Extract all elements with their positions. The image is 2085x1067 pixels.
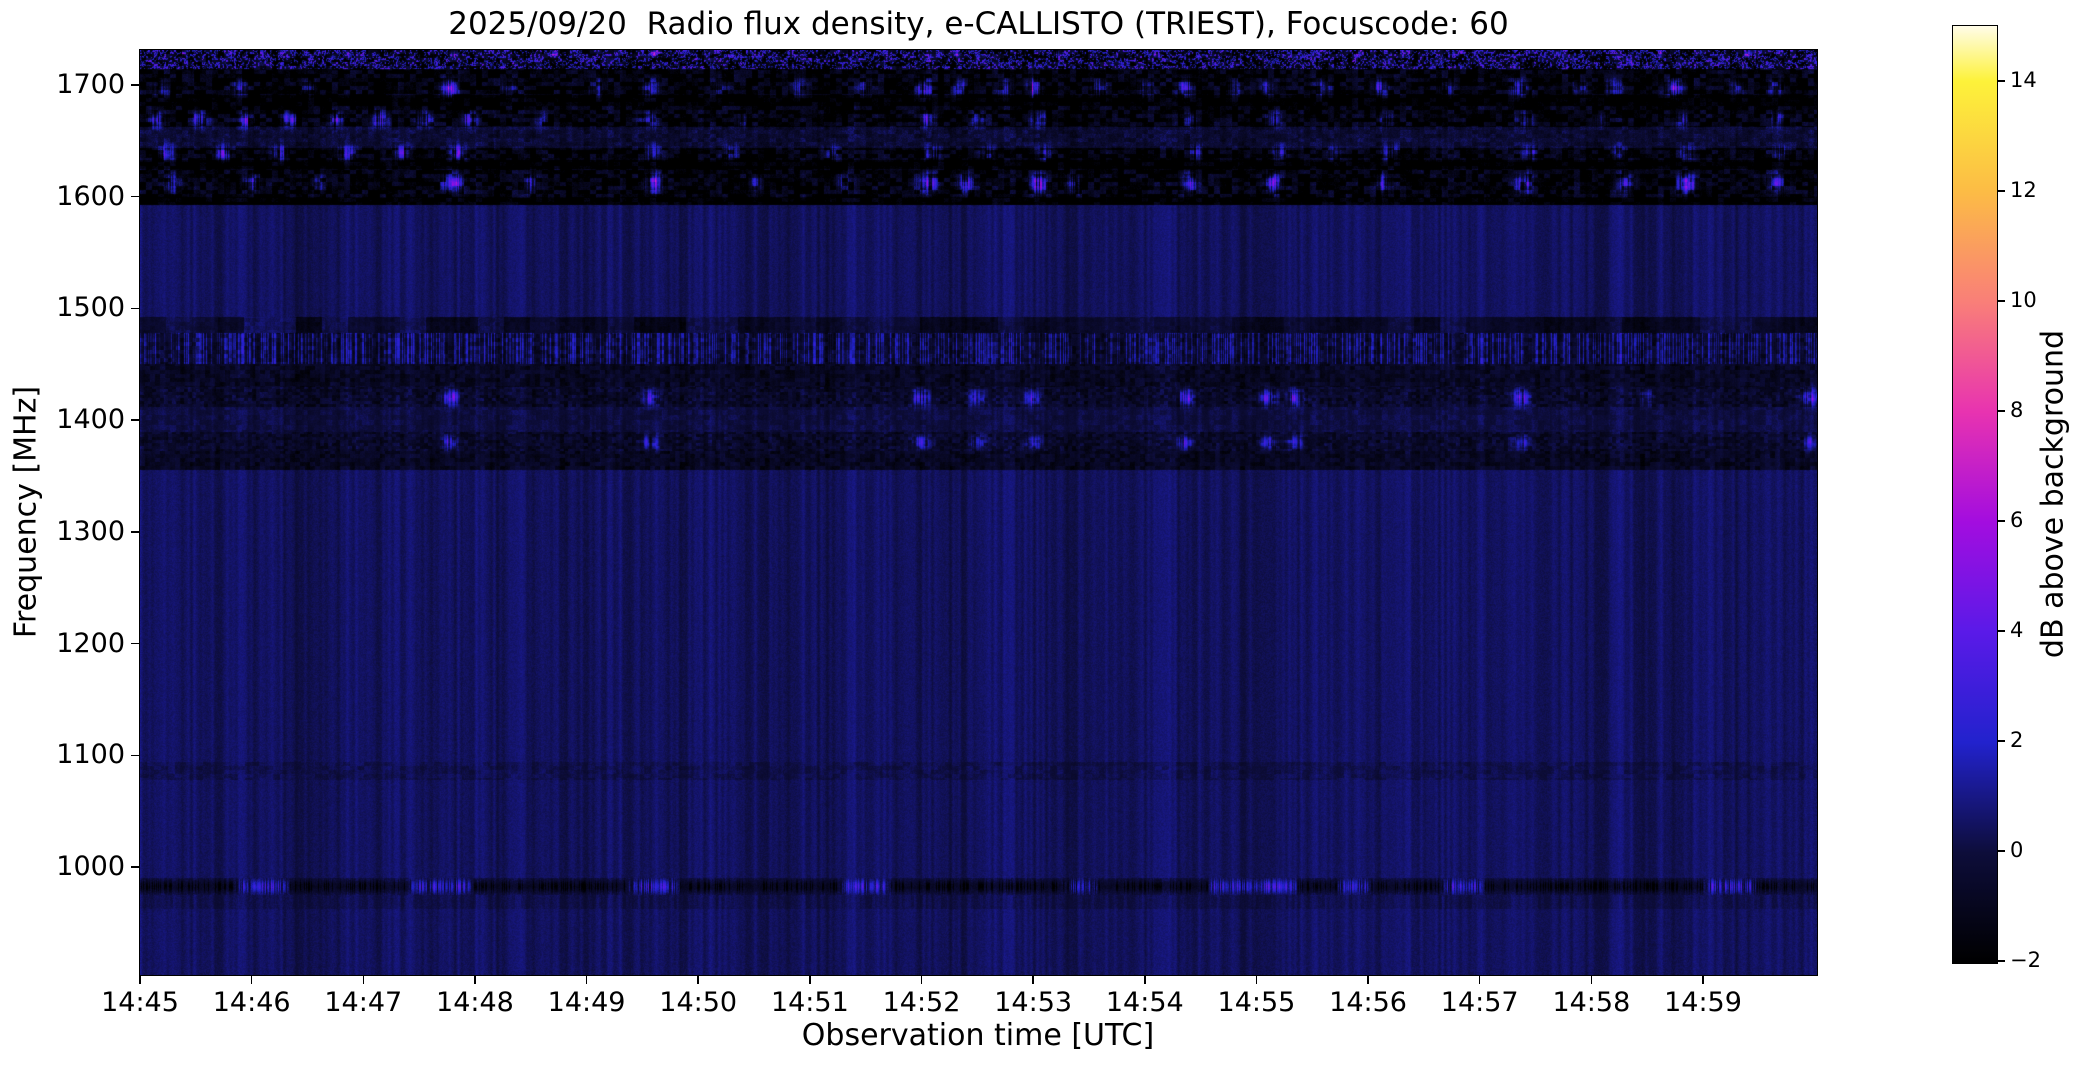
x-tick-mark	[1032, 975, 1034, 984]
x-tick-mark	[139, 975, 141, 984]
x-tick-label: 14:47	[324, 987, 403, 1018]
x-tick-mark	[697, 975, 699, 984]
x-tick-mark	[1144, 975, 1146, 984]
x-tick-mark	[362, 975, 365, 984]
plot-title: 2025/09/20 Radio flux density, e-CALLIST…	[448, 6, 1509, 42]
y-axis-label: Frequency [MHz]	[8, 385, 44, 639]
colorbar-tick-label: 4	[2010, 618, 2024, 642]
y-tick-mark	[131, 754, 140, 756]
y-tick-mark	[131, 531, 140, 533]
x-tick-label: 14:53	[994, 987, 1073, 1018]
colorbar-label: dB above background	[2035, 329, 2071, 659]
x-tick-label: 14:56	[1329, 987, 1407, 1018]
colorbar-tick-mark	[1998, 850, 2005, 852]
y-tick-mark	[131, 84, 140, 86]
y-tick-mark	[131, 419, 140, 421]
colorbar-tick-mark	[1998, 300, 2005, 302]
x-tick-mark	[809, 975, 811, 984]
colorbar-tick-label: 6	[2010, 508, 2024, 532]
colorbar-tick-label: 2	[2010, 728, 2024, 752]
colorbar-tick-mark	[1998, 520, 2005, 522]
y-tick-label: 1000	[56, 850, 125, 882]
x-tick-mark	[920, 975, 923, 984]
x-tick-mark	[585, 975, 588, 984]
colorbar-tick-label: 12	[2010, 178, 2037, 202]
spectrogram-heatmap	[140, 50, 1817, 975]
y-tick-label: 1600	[56, 180, 125, 212]
x-tick-mark	[1478, 975, 1481, 984]
colorbar-gradient	[1953, 26, 1997, 963]
x-tick-label: 14:51	[770, 987, 849, 1018]
colorbar-tick-mark	[1998, 960, 2005, 962]
colorbar-tick-label: 0	[2010, 838, 2024, 862]
colorbar-tick-mark	[1998, 80, 2005, 82]
colorbar-tick-mark	[1998, 740, 2005, 742]
colorbar-tick-label: 14	[2010, 68, 2037, 92]
spectrogram-figure: 2025/09/20 Radio flux density, e-CALLIST…	[0, 0, 2085, 1067]
colorbar-tick-mark	[1998, 630, 2005, 632]
x-tick-label: 14:49	[547, 987, 626, 1018]
colorbar-tick-label: 10	[2010, 288, 2037, 312]
x-tick-label: 14:52	[882, 987, 961, 1018]
colorbar	[1952, 25, 1998, 964]
y-tick-mark	[131, 866, 140, 868]
x-tick-label: 14:45	[101, 987, 179, 1018]
x-tick-mark	[1367, 975, 1369, 984]
y-tick-mark	[131, 642, 140, 645]
x-tick-label: 14:58	[1552, 987, 1631, 1018]
x-tick-mark	[1590, 975, 1593, 984]
x-tick-label: 14:50	[659, 987, 738, 1018]
x-tick-label: 14:46	[212, 987, 291, 1018]
y-tick-label: 1100	[56, 739, 125, 771]
x-tick-mark	[1255, 975, 1258, 984]
x-tick-label: 14:48	[436, 987, 514, 1018]
colorbar-tick-mark	[1998, 190, 2005, 192]
x-tick-mark	[1702, 975, 1704, 984]
colorbar-tick-mark	[1998, 410, 2005, 412]
colorbar-tick-label: 8	[2010, 398, 2024, 422]
x-tick-label: 14:55	[1217, 987, 1296, 1018]
x-tick-label: 14:59	[1664, 987, 1742, 1018]
y-tick-mark	[131, 307, 140, 310]
x-tick-label: 14:54	[1105, 987, 1184, 1018]
colorbar-tick-label: −2	[2010, 948, 2041, 972]
x-tick-mark	[474, 975, 476, 984]
x-axis-label: Observation time [UTC]	[801, 1018, 1155, 1053]
y-tick-label: 1700	[56, 68, 125, 100]
y-tick-mark	[131, 195, 140, 198]
y-tick-label: 1500	[56, 292, 125, 324]
x-tick-mark	[250, 975, 253, 984]
x-tick-label: 14:57	[1440, 987, 1519, 1018]
